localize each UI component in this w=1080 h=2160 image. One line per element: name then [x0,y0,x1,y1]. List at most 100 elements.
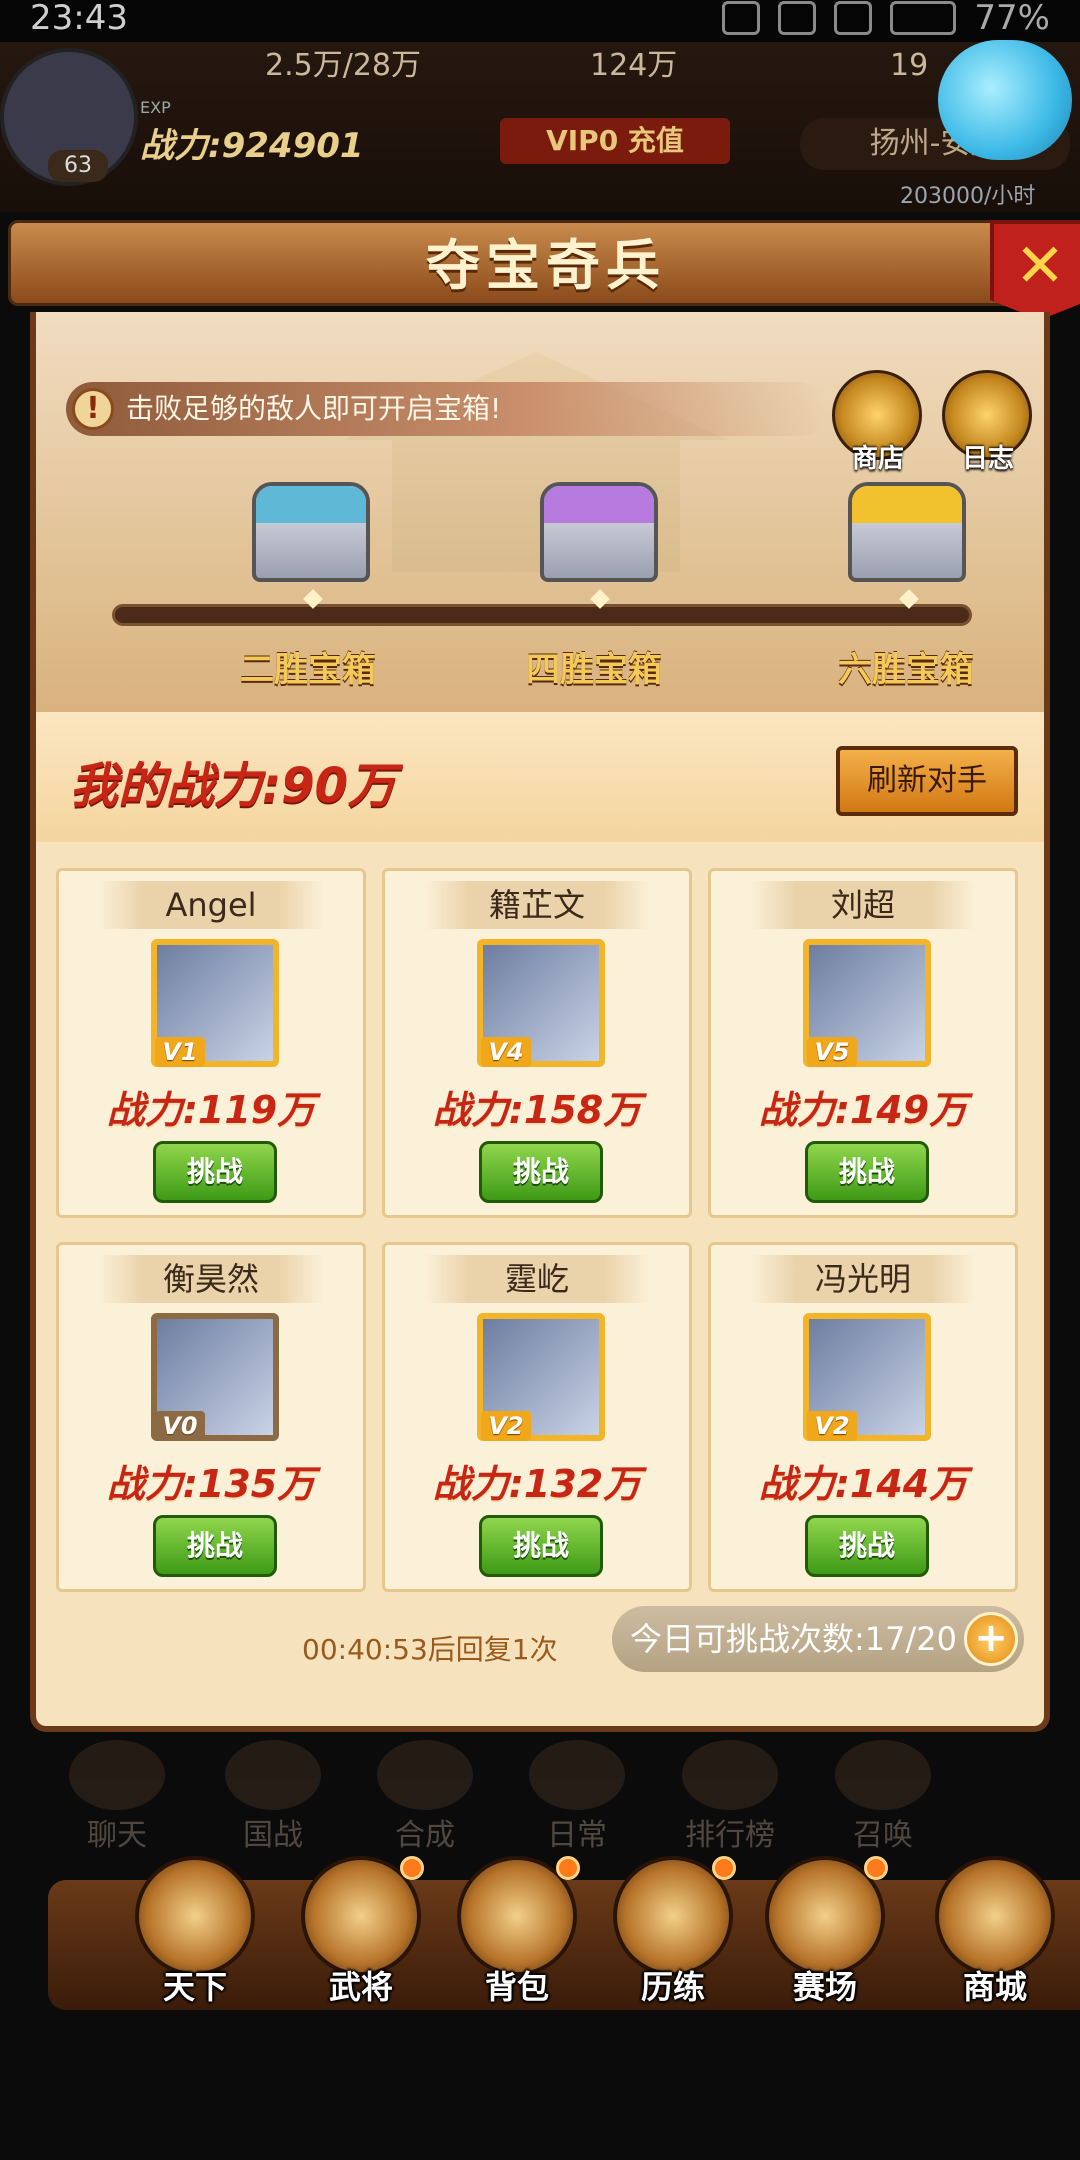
hero-portrait[interactable]: V2 [477,1313,605,1441]
player-level: 63 [48,150,108,182]
my-power-bar: 我的战力:90万 刷新对手 [36,712,1044,842]
hero-portrait[interactable]: V0 [151,1313,279,1441]
vip-badge: V1 [155,1037,205,1067]
mid-label: 日常 [547,1818,607,1853]
signal-icon [778,1,817,35]
opponent-name: 冯光明 [751,1255,975,1303]
mid-label: 合成 [395,1818,455,1853]
battery-percent: 77% [974,0,1050,38]
opponent-power: 战力:119万 [106,1088,316,1132]
store-icon [935,1856,1055,1976]
progress-track [112,604,972,626]
hero-portrait[interactable]: V4 [477,939,605,1067]
challenge-button[interactable]: 挑战 [805,1515,929,1577]
notice-banner: ! 击败足够的敌人即可开启宝箱! [66,382,826,436]
notification-dot [400,1856,424,1880]
challenge-button[interactable]: 挑战 [479,1141,603,1203]
opponent-name: 霆屹 [425,1255,649,1303]
vip-badge: V2 [481,1411,531,1441]
chest-scene: ! 击败足够的敌人即可开启宝箱! 商店 日志 二胜宝箱 四胜宝箱 六胜宝箱 [36,312,1044,712]
treasure-modal: 夺宝奇兵 ✕ ! 击败足够的敌人即可开启宝箱! 商店 日志 二胜宝箱 四胜宝箱 … [8,220,1080,1740]
mid-label: 聊天 [87,1818,147,1853]
opponent-card: 冯光明 V2 战力:144万 挑战 [708,1242,1018,1592]
alarm-icon [722,1,761,35]
mid-label: 排行榜 [685,1818,775,1853]
close-button[interactable]: ✕ [990,220,1080,320]
chest-label-six-wins: 六胜宝箱 [838,650,974,690]
mascot-icon[interactable] [938,40,1072,160]
nav-label: 背包 [484,1968,549,2006]
log-label[interactable]: 日志 [938,438,1038,475]
chest-label-four-wins: 四胜宝箱 [526,650,662,690]
attempts-text: 今日可挑战次数:17/20 [630,1620,958,1658]
map-icon [135,1856,255,1976]
attempts-counter: 今日可挑战次数:17/20 + [612,1606,1024,1672]
nav-backpack[interactable]: 背包 [442,1856,592,2006]
recover-timer: 00:40:53后回复1次 [302,1633,558,1666]
modal-body: ! 击败足够的敌人即可开启宝箱! 商店 日志 二胜宝箱 四胜宝箱 六胜宝箱 我的… [30,312,1050,1732]
leaderboard-button[interactable]: 排行榜 [665,1740,795,1853]
opponent-name: 籍芷文 [425,881,649,929]
player-power: 战力:924901 [140,126,364,166]
modal-header: 夺宝奇兵 [8,220,1078,306]
chest-six-wins[interactable] [848,482,966,582]
opponent-name: 刘超 [751,881,975,929]
opponent-card: 刘超 V5 战力:149万 挑战 [708,868,1018,1218]
clock: 23:43 [30,0,128,38]
chat-button[interactable]: 聊天 [52,1740,182,1853]
hero-portrait[interactable]: V5 [803,939,931,1067]
challenge-button[interactable]: 挑战 [153,1515,277,1577]
chest-two-wins[interactable] [252,482,370,582]
opponent-card: 衡昊然 V0 战力:135万 挑战 [56,1242,366,1592]
add-attempts-button[interactable]: + [964,1612,1018,1666]
nav-label: 天下 [162,1968,227,2006]
opponent-power: 战力:149万 [758,1088,968,1132]
opponent-name: Angel [99,881,323,929]
chest-four-wins[interactable] [540,482,658,582]
summon-button[interactable]: 召唤 [818,1740,948,1853]
vip-badge: V4 [481,1037,531,1067]
synthesis-button[interactable]: 合成 [360,1740,490,1853]
opponent-card: 籍芷文 V4 战力:158万 挑战 [382,868,692,1218]
refresh-opponents-button[interactable]: 刷新对手 [836,746,1018,816]
notice-text: 击败足够的敌人即可开启宝箱! [126,392,502,425]
challenge-button[interactable]: 挑战 [805,1141,929,1203]
battery-icon [890,1,957,35]
nav-label: 武将 [328,1968,393,2006]
challenge-button[interactable]: 挑战 [153,1141,277,1203]
my-power: 我的战力:90万 [70,758,396,814]
daily-button[interactable]: 日常 [512,1740,642,1853]
notification-dot [864,1856,888,1880]
hero-portrait[interactable]: V1 [151,939,279,1067]
nav-arena[interactable]: 赛场 [750,1856,900,2006]
opponent-power: 战力:144万 [758,1462,968,1506]
close-icon: ✕ [1014,231,1066,301]
vip-badge: V5 [807,1037,857,1067]
resource-food: 2.5万/28万 [265,48,421,83]
modal-title: 夺宝奇兵 [426,234,666,297]
opponent-card: 霆屹 V2 战力:132万 挑战 [382,1242,692,1592]
exclamation-icon: ! [72,388,114,430]
notification-dot [556,1856,580,1880]
nav-world[interactable]: 天下 [120,1856,270,2006]
challenge-button[interactable]: 挑战 [479,1515,603,1577]
nav-label: 历练 [640,1968,705,2006]
wifi-icon [834,1,873,35]
shop-label[interactable]: 商店 [828,438,928,475]
nav-label: 赛场 [792,1968,857,2006]
opponent-card: Angel V1 战力:119万 挑战 [56,868,366,1218]
mid-label: 召唤 [853,1818,913,1853]
nav-generals[interactable]: 武将 [286,1856,436,2006]
income-rate: 203000/小时 [900,184,1036,209]
opponent-power: 战力:135万 [106,1462,316,1506]
opponent-power: 战力:132万 [432,1462,642,1506]
vip-badge: V0 [155,1411,205,1441]
national-war-button[interactable]: 国战 [208,1740,338,1853]
mid-menu: 聊天 国战 合成 日常 排行榜 召唤 [0,1740,1080,1853]
vip-recharge-button[interactable]: VIP0 充值 [500,118,730,164]
nav-training[interactable]: 历练 [598,1856,748,2006]
mid-label: 国战 [243,1818,303,1853]
resource-gold: 19 [890,48,929,83]
nav-store[interactable]: 商城 [920,1856,1070,2006]
hero-portrait[interactable]: V2 [803,1313,931,1441]
